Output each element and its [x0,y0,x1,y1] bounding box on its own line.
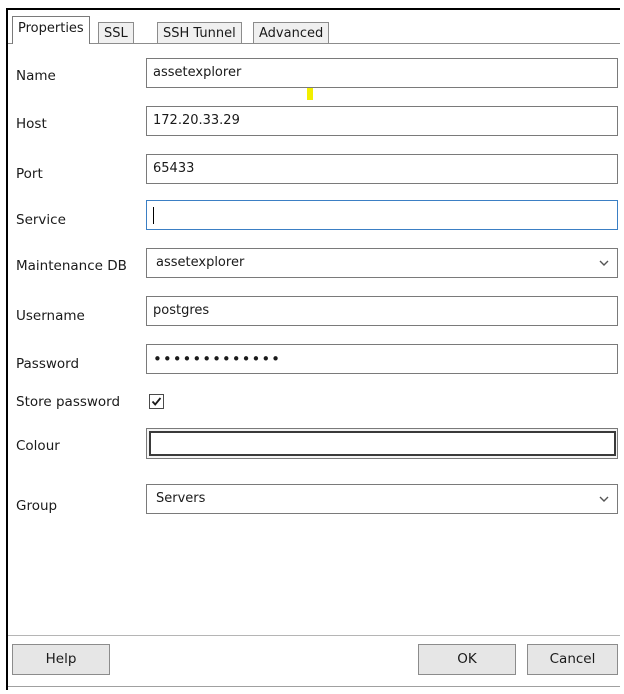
username-label: Username [16,308,85,324]
password-input[interactable]: ••••••••••••• [146,344,618,374]
name-input[interactable]: assetexplorer [146,58,618,88]
cancel-button[interactable]: Cancel [527,644,618,675]
password-label: Password [16,356,80,372]
tab-advanced[interactable]: Advanced [253,22,330,44]
username-input[interactable]: postgres [146,296,618,326]
maintenance-db-label: Maintenance DB [16,258,127,274]
colour-label: Colour [16,438,60,454]
name-label: Name [16,68,56,84]
port-input[interactable]: 65433 [146,154,618,184]
group-select[interactable]: Servers [146,484,618,514]
tab-ssl[interactable]: SSL [98,22,134,44]
ok-button[interactable]: OK [418,644,516,675]
host-label: Host [16,116,47,132]
help-button[interactable]: Help [12,644,110,675]
group-label: Group [16,498,58,514]
port-label: Port [16,166,43,182]
colour-swatch [149,431,616,456]
tab-properties[interactable]: Properties [12,16,90,44]
maintenance-db-value: assetexplorer [156,255,245,270]
group-value: Servers [156,491,206,506]
chevron-down-icon [599,249,609,277]
store-password-label: Store password [16,394,121,410]
tab-divider [8,43,620,44]
chevron-down-icon [599,485,609,513]
checkmark-icon [151,397,162,406]
dialog-footer: Help OK Cancel [8,635,620,691]
service-label: Service [16,212,66,228]
store-password-checkbox[interactable] [149,394,164,409]
service-input[interactable] [146,200,618,230]
text-caret [153,207,154,224]
tab-bar: Properties SSL SSH Tunnel Advanced [8,10,620,44]
footer-bottom-line [8,686,620,687]
host-input[interactable]: 172.20.33.29 [146,106,618,136]
tab-ssh-tunnel[interactable]: SSH Tunnel [157,22,242,44]
colour-picker[interactable] [146,428,618,459]
server-properties-dialog: Properties SSL SSH Tunnel Advanced Name … [6,8,620,691]
maintenance-db-select[interactable]: assetexplorer [146,248,618,278]
